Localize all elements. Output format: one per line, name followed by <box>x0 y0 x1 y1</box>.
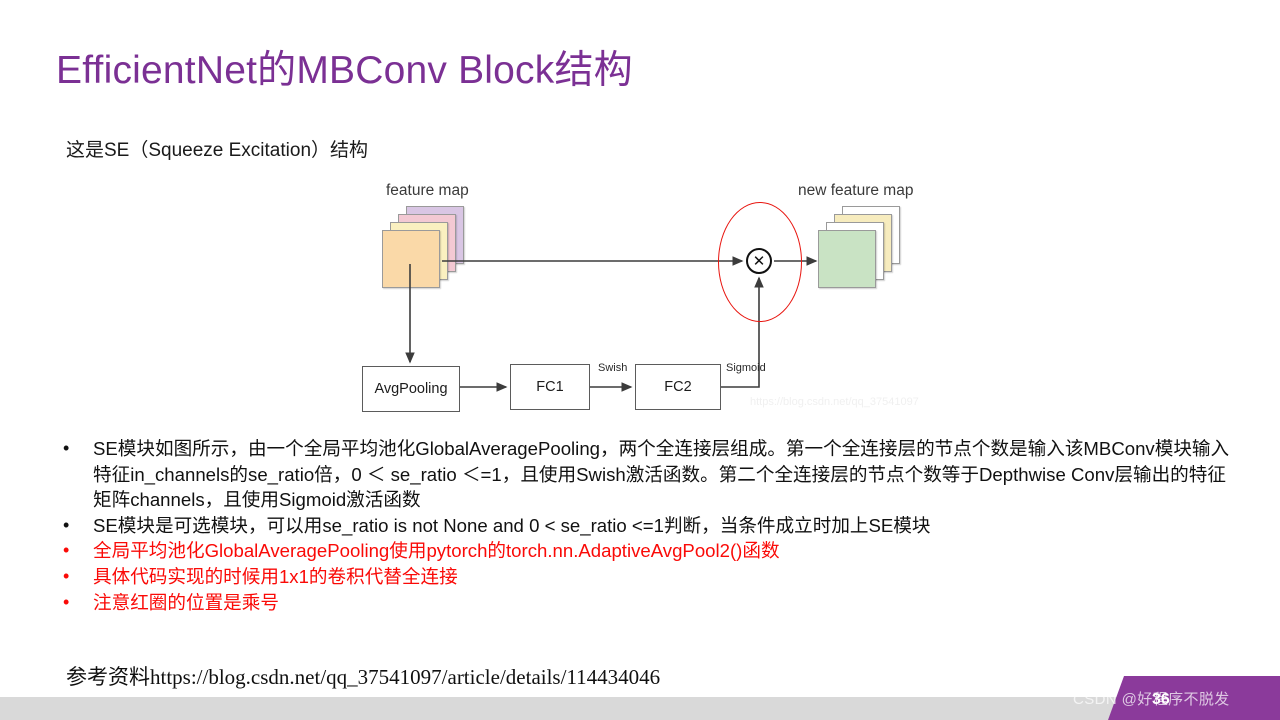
bullet-list: SE模块如图所示，由一个全局平均池化GlobalAveragePooling，两… <box>55 436 1235 616</box>
avgpooling-node: AvgPooling <box>362 366 460 412</box>
se-block-diagram: feature map new feature map ✕ AvgPooling… <box>350 178 970 423</box>
feature-map-label: feature map <box>386 182 469 199</box>
swish-edge-label: Swish <box>598 362 628 374</box>
bullet-item: SE模块如图所示，由一个全局平均池化GlobalAveragePooling，两… <box>55 436 1235 513</box>
output-feature-map-stack <box>818 206 910 298</box>
bullet-item: 具体代码实现的时候用1x1的卷积代替全连接 <box>55 564 1235 590</box>
multiply-operator-icon: ✕ <box>746 248 772 274</box>
fc2-node: FC2 <box>635 364 721 410</box>
bullet-item: 注意红圈的位置是乘号 <box>55 590 1235 616</box>
sigmoid-edge-label: Sigmoid <box>726 362 766 374</box>
page-title: EfficientNet的MBConv Block结构 <box>56 49 633 92</box>
reference-link[interactable]: 参考资料https://blog.csdn.net/qq_37541097/ar… <box>66 663 660 691</box>
new-feature-map-sheet <box>818 230 876 288</box>
bullet-item: 全局平均池化GlobalAveragePooling使用pytorch的torc… <box>55 538 1235 564</box>
new-feature-map-label: new feature map <box>798 182 914 199</box>
bullet-item: SE模块是可选模块，可以用se_ratio is not None and 0 … <box>55 513 1235 539</box>
subtitle-text: 这是SE（Squeeze Excitation）结构 <box>66 140 369 161</box>
fc1-node: FC1 <box>510 364 590 410</box>
input-feature-map-stack <box>382 206 474 298</box>
feature-map-sheet <box>382 230 440 288</box>
page-number: 36 <box>1152 691 1170 708</box>
slide-canvas: EfficientNet的MBConv Block结构 这是SE（Squeeze… <box>0 0 1280 720</box>
diagram-watermark: https://blog.csdn.net/qq_37541097 <box>750 396 919 408</box>
